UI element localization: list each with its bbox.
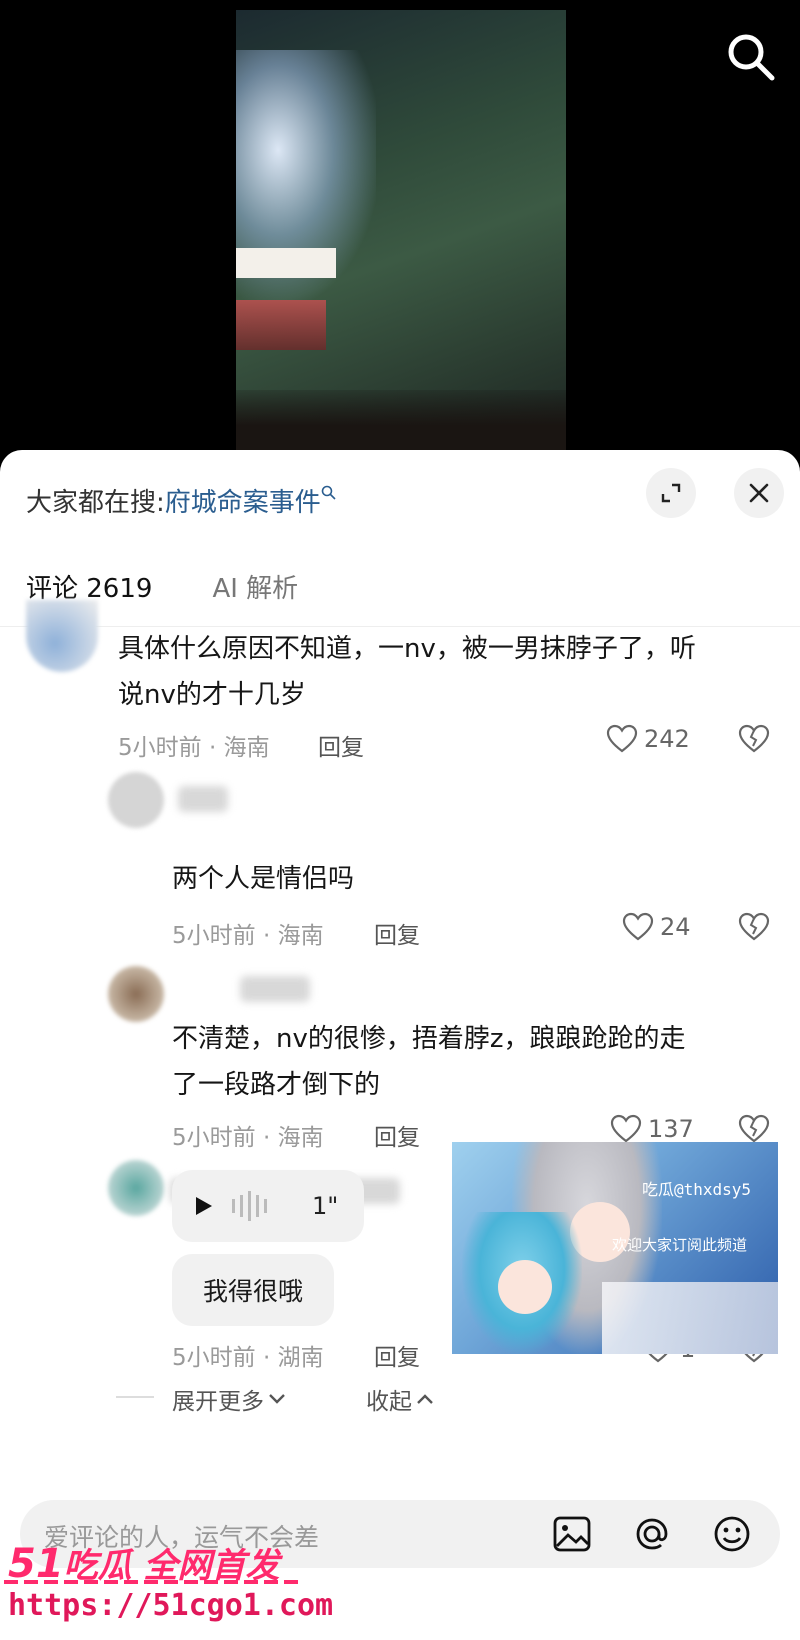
comment-meta: 5小时前 · 海南 — [172, 923, 324, 949]
overlay-handle: 吃瓜@thxdsy5 — [642, 1180, 752, 1199]
chevron-up-icon — [417, 1394, 433, 1404]
collapse-button[interactable]: 收起 — [366, 1382, 434, 1416]
play-icon — [196, 1197, 212, 1215]
like-button[interactable]: 242 — [606, 724, 690, 754]
comment-meta: 5小时前 · 湖南 — [172, 1345, 324, 1371]
watermark-dash — [4, 1580, 304, 1584]
trending-term[interactable]: 府城命案事件 — [165, 488, 321, 518]
heart-icon — [622, 912, 654, 941]
comment-meta: 5小时前 · 海南 — [172, 1125, 324, 1151]
username[interactable] — [178, 786, 228, 812]
close-icon — [749, 483, 769, 503]
avatar[interactable] — [108, 966, 164, 1022]
broken-heart-icon — [738, 724, 770, 753]
heart-icon — [606, 724, 638, 753]
trending-prefix: 大家都在搜: — [26, 488, 165, 518]
video-player[interactable] — [0, 0, 800, 460]
comment-sheet: 大家都在搜:府城命案事件 评论 2619 AI 解析 具体什么原因不知道，一nv… — [0, 450, 800, 1640]
like-count: 24 — [660, 913, 691, 941]
like-count: 137 — [648, 1115, 694, 1143]
reply-button[interactable]: 回复 — [374, 1338, 420, 1372]
avatar[interactable] — [26, 600, 98, 672]
reply-button[interactable]: 回复 — [318, 728, 364, 762]
username[interactable] — [240, 976, 310, 1002]
expand-more-button[interactable]: 展开更多 — [172, 1382, 286, 1416]
broken-heart-icon — [738, 1114, 770, 1143]
watermark-url: https://51cgo1.com — [8, 1588, 334, 1623]
avatar[interactable] — [108, 772, 164, 828]
comment-text: 两个人是情侣吗 — [172, 864, 355, 894]
at-icon[interactable] — [630, 1512, 674, 1556]
chevron-down-icon — [269, 1394, 285, 1404]
video-frame[interactable] — [236, 10, 566, 450]
promo-overlay-image: 吃瓜@thxdsy5 欢迎大家订阅此频道 — [452, 1142, 778, 1354]
dislike-button[interactable] — [738, 724, 770, 758]
close-button[interactable] — [734, 468, 784, 518]
like-button[interactable]: 137 — [610, 1114, 694, 1144]
like-button[interactable]: 24 — [622, 912, 691, 942]
divider — [116, 1396, 154, 1398]
comment-text: 我得很哦 — [172, 1254, 334, 1326]
small-search-icon — [321, 486, 336, 500]
comment-meta: 5小时前 · 海南 — [118, 735, 270, 761]
voice-message[interactable]: 1" — [172, 1170, 364, 1242]
comment-text: 具体什么原因不知道，一nv，被一男抹脖子了，听 说nv的才十几岁 — [118, 634, 696, 710]
expand-icon — [661, 483, 681, 503]
search-icon[interactable] — [722, 28, 778, 84]
emoji-icon[interactable] — [710, 1512, 754, 1556]
collapse-label: 收起 — [366, 1389, 412, 1415]
avatar[interactable] — [108, 1160, 164, 1216]
voice-duration: 1" — [312, 1192, 339, 1220]
overlay-caption: 欢迎大家订阅此频道 — [612, 1236, 748, 1254]
expand-button[interactable] — [646, 468, 696, 518]
waveform-icon — [232, 1191, 267, 1221]
comment-text: 不清楚，nv的很惨，捂着脖z，踉踉跄跄的走 了一段路才倒下的 — [172, 1024, 686, 1100]
reply-button[interactable]: 回复 — [374, 916, 420, 950]
reply-button[interactable]: 回复 — [374, 1118, 420, 1152]
trending-search[interactable]: 大家都在搜:府城命案事件 — [26, 482, 337, 519]
tab-ai-analysis[interactable]: AI 解析 — [212, 568, 298, 605]
heart-icon — [610, 1114, 642, 1143]
expand-more-label: 展开更多 — [172, 1389, 264, 1415]
like-count: 242 — [644, 725, 690, 753]
broken-heart-icon — [738, 912, 770, 941]
dislike-button[interactable] — [738, 912, 770, 946]
image-icon[interactable] — [550, 1512, 594, 1556]
